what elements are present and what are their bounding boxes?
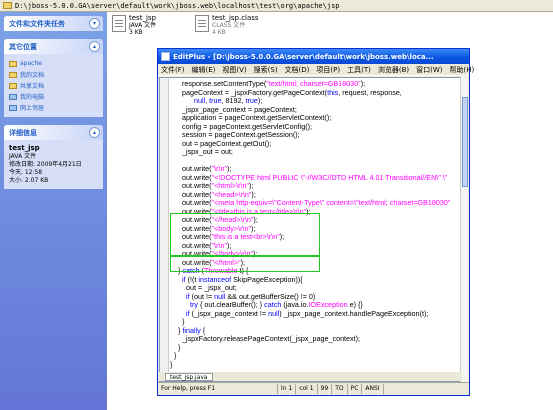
code-line: } — [170, 343, 450, 353]
link-network-places[interactable]: 网上邻居 — [9, 102, 98, 113]
status-f1: TO — [332, 384, 348, 394]
address-bar[interactable]: D:\jboss-5.0.0.GA\server\default\work\jb… — [0, 0, 553, 12]
code-line: if (_jspx_page_context != null) _jspx_pa… — [170, 308, 450, 319]
code-token: (_jspx_page_context != — [189, 308, 269, 318]
task-pane: 文件和文件夹任务 ▾ 其它位置 ▴ apache 我的文档 共享文档 我的电脑 … — [0, 12, 107, 410]
file-size: 4 KB — [212, 29, 226, 36]
document-tab-bar: test_jsp.java — [159, 372, 462, 381]
computer-icon — [9, 93, 17, 100]
chevron-up-icon[interactable]: ▴ — [89, 127, 100, 138]
tasks-panel-header[interactable]: 文件和文件夹任务 ▾ — [4, 16, 103, 31]
code-line: _jspx_out = out; — [170, 147, 450, 157]
chevron-down-icon[interactable]: ▾ — [89, 18, 100, 29]
link-my-documents[interactable]: 我的文档 — [9, 69, 98, 80]
status-bar: For Help, press F1 ln 1 col 1 99 TO PC A… — [158, 382, 469, 395]
menu-document[interactable]: 文档(D) — [285, 65, 310, 75]
menu-window[interactable]: 窗口(W) — [416, 65, 442, 75]
code-line: } — [170, 359, 450, 370]
code-token: SkipPageException)){ — [231, 274, 303, 284]
code-line: } — [170, 317, 450, 327]
other-places-panel: 其它位置 ▴ apache 我的文档 共享文档 我的电脑 网上邻居 — [4, 39, 103, 117]
folder-icon — [9, 60, 17, 67]
status-col: col 1 — [296, 384, 318, 394]
folder-icon — [9, 82, 17, 89]
link-label: 我的文档 — [20, 72, 45, 79]
code-editor[interactable]: response.setContentType("text/html; char… — [159, 77, 462, 382]
folder-icon — [3, 2, 12, 9]
other-places-title: 其它位置 — [9, 42, 37, 51]
editor-titlebar[interactable]: EditPlus - [D:\jboss-5.0.0.GA\server\def… — [158, 49, 469, 64]
file-size: 3 KB — [129, 29, 143, 36]
file-label: test_jsp.class CLASS 文件 4 KB — [212, 14, 259, 37]
file-name: test_jsp.class — [212, 14, 259, 22]
code-token: } — [170, 359, 173, 369]
file-item[interactable]: test_jsp.class CLASS 文件 4 KB — [195, 15, 259, 36]
code-token: ) _jspx_page_context.handlePageException… — [279, 308, 429, 318]
folder-icon — [9, 71, 17, 78]
network-icon — [9, 104, 17, 111]
menu-search[interactable]: 搜索(S) — [254, 65, 278, 75]
code-token: this — [327, 87, 339, 97]
class-file-icon — [195, 15, 209, 32]
file-type: CLASS 文件 — [212, 22, 246, 29]
menu-bar: 文件(F) 编辑(E) 视图(V) 搜索(S) 文档(D) 项目(P) 工具(T… — [158, 64, 474, 76]
file-type: JAVA 文件 — [129, 22, 157, 29]
highlight-box — [170, 213, 320, 256]
menu-file[interactable]: 文件(F) — [161, 65, 185, 75]
scrollbar-thumb[interactable] — [462, 97, 468, 187]
tasks-panel: 文件和文件夹任务 ▾ — [4, 16, 103, 31]
code-line: } — [170, 351, 450, 361]
details-line: 今天, 12:58 — [9, 169, 43, 176]
link-apache[interactable]: apache — [9, 58, 98, 69]
editplus-window: EditPlus - [D:\jboss-5.0.0.GA\server\def… — [157, 48, 474, 396]
status-help: For Help, press F1 — [158, 384, 278, 394]
details-filename: test_jsp — [9, 144, 40, 152]
menu-help[interactable]: 帮助(H) — [450, 65, 475, 75]
status-lines: 99 — [318, 384, 333, 394]
code-token: null — [268, 308, 280, 318]
menu-tools[interactable]: 工具(T) — [347, 65, 371, 75]
code-token: _jspxFactory.releasePageContext(_jspx_pa… — [170, 334, 361, 343]
details-panel: 详细信息 ▴ test_jsp JAVA 文件 修改日期: 2009年4月21日… — [4, 125, 103, 189]
editor-title: EditPlus - [D:\jboss-5.0.0.GA\server\def… — [173, 52, 434, 61]
java-file-icon — [112, 15, 126, 32]
file-name: test_jsp — [129, 14, 156, 22]
details-header[interactable]: 详细信息 ▴ — [4, 125, 103, 140]
link-label: apache — [20, 60, 42, 67]
tasks-panel-title: 文件和文件夹任务 — [9, 19, 65, 28]
vertical-scrollbar[interactable] — [460, 77, 468, 382]
other-places-list: apache 我的文档 共享文档 我的电脑 网上邻居 — [4, 54, 103, 117]
status-line: ln 1 — [278, 384, 297, 394]
details-line: 大小: 2.07 KB — [9, 177, 49, 184]
status-encoding: ANSI — [362, 384, 384, 394]
chevron-up-icon[interactable]: ▴ — [89, 41, 100, 52]
link-label: 我的电脑 — [20, 94, 45, 101]
address-path: D:\jboss-5.0.0.GA\server\default\work\jb… — [15, 1, 340, 10]
menu-project[interactable]: 项目(P) — [316, 65, 340, 75]
document-tab[interactable]: test_jsp.java — [165, 372, 213, 381]
other-places-header[interactable]: 其它位置 ▴ — [4, 39, 103, 54]
code-line: _jspxFactory.releasePageContext(_jspx_pa… — [170, 334, 450, 344]
details-body: test_jsp JAVA 文件 修改日期: 2009年4月21日 今天, 12… — [4, 140, 103, 189]
details-title: 详细信息 — [9, 128, 37, 137]
menu-view[interactable]: 视图(V) — [222, 65, 246, 75]
link-label: 共享文档 — [20, 83, 45, 90]
app-icon — [161, 52, 170, 61]
code-token: , request, response, — [338, 87, 402, 97]
details-line: JAVA 文件 — [9, 153, 37, 160]
file-label: test_jsp JAVA 文件 3 KB — [129, 14, 157, 37]
status-f2: PC — [348, 384, 363, 394]
link-label: 网上邻居 — [20, 105, 45, 112]
menu-browser[interactable]: 浏览器(B) — [378, 65, 409, 75]
details-line: 修改日期: 2009年4月21日 — [9, 161, 82, 168]
file-item[interactable]: test_jsp JAVA 文件 3 KB — [112, 15, 156, 36]
link-shared-documents[interactable]: 共享文档 — [9, 80, 98, 91]
code-token: _jspx_out = out; — [170, 147, 233, 156]
highlight-box — [170, 256, 320, 272]
link-my-computer[interactable]: 我的电脑 — [9, 91, 98, 102]
menu-edit[interactable]: 编辑(E) — [192, 65, 216, 75]
editor-gutter — [160, 78, 169, 381]
